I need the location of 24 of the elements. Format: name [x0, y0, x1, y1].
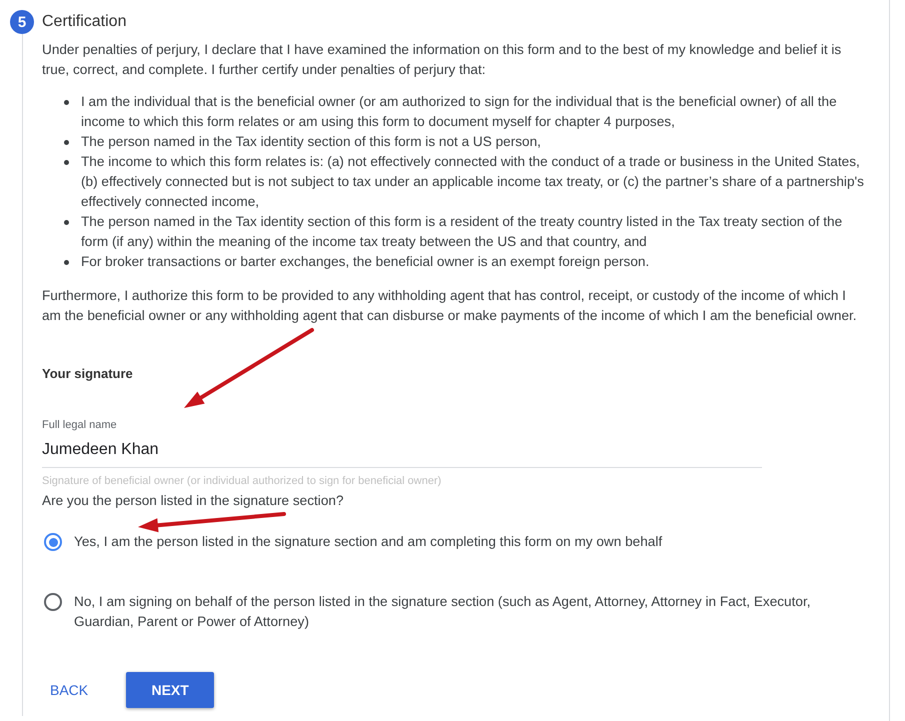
bullet-icon: [64, 100, 69, 105]
helper-text: Signature of beneficial owner (or individual authorized to sign for beneficial owner): [42, 475, 442, 487]
certification-item: For broker transactions or barter exchanges, the beneficial owner is an exempt foreign person.: [81, 253, 650, 271]
certification-item: The income to which this form relates is: (a) not effectively connected with the conduct of a trade or business in the United States, (b) effectively connected but is not subject to tax under an applicable income tax treaty, or (c) the partner’s share of a partnership's effectively connected income,: [81, 153, 865, 211]
bullet-icon: [64, 260, 69, 265]
next-button[interactable]: NEXT: [126, 672, 214, 708]
intro-paragraph: Under penalties of perjury, I declare that I have examined the information on this form and to the best of my knowledge and belief it is true, correct, and complete. I further certify under penalties of perjury that:: [42, 41, 842, 79]
bullet-icon: [64, 160, 69, 165]
certification-item: The person named in the Tax identity section of this form is a resident of the treaty country listed in the Tax treaty section of the form (if any) within the meaning of the income tax treaty between the US and that country, and: [81, 213, 844, 251]
radio-button[interactable]: [44, 593, 62, 611]
certification-item: I am the individual that is the beneficial owner (or am authorized to sign for the individual that is the beneficial owner) of all the income to which this form relates or am using this form to document myself for chapter 4 purposes,: [81, 93, 838, 131]
option-label: No, I am signing on behalf of the person listed in the signature section (such as Agent, Attorney, Attorney in Fact, Executor, Guardian, Parent or Power of Attorney): [74, 593, 812, 631]
bullet-icon: [64, 140, 69, 145]
authorization-paragraph: Furthermore, I authorize this form to be provided to any withholding agent that has control, receipt, or custody of the income of which I am the beneficial owner or any withholding agent that can disburse or make payments of the income of which I am the beneficial owner.: [42, 287, 858, 325]
field-label: Full legal name: [42, 419, 118, 431]
option-label: Yes, I am the person listed in the signature section and am completing this form on my own behalf: [74, 533, 662, 551]
signature-heading: Your signature: [42, 366, 134, 381]
step-title: Certification: [42, 13, 126, 31]
bullet-icon: [64, 220, 69, 225]
back-button[interactable]: BACK: [42, 674, 96, 706]
radio-button[interactable]: [44, 533, 62, 551]
question-text: Are you the person listed in the signature section?: [42, 493, 345, 508]
step-number-badge: 5: [10, 10, 34, 34]
certification-item: The person named in the Tax identity section of this form is not a US person,: [81, 133, 541, 151]
